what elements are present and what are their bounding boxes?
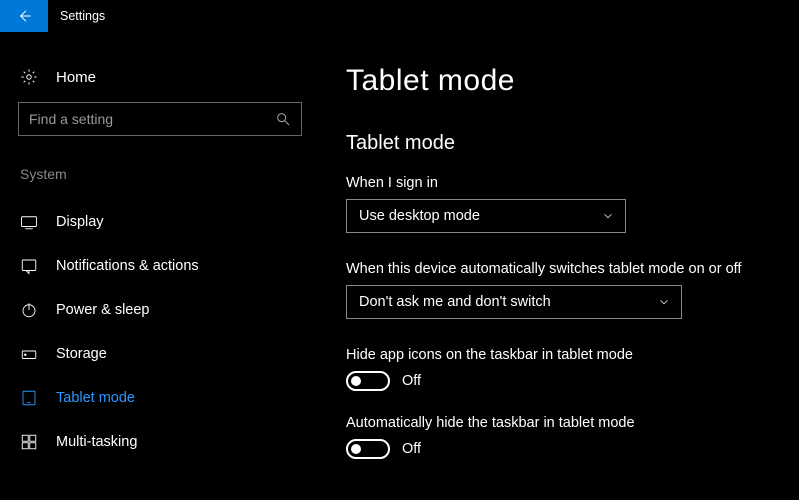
home-button[interactable]: Home [0, 60, 320, 102]
chevron-down-icon [601, 209, 615, 223]
category-label: System [0, 166, 320, 200]
sidebar-item-label: Tablet mode [56, 390, 135, 406]
sidebar-item-multitasking[interactable]: Multi-tasking [0, 420, 320, 464]
app-title: Settings [48, 9, 105, 23]
hide-icons-toggle[interactable] [346, 371, 390, 391]
auto-hide-taskbar-label: Automatically hide the taskbar in tablet… [346, 415, 775, 431]
sidebar-item-tablet-mode[interactable]: Tablet mode [0, 376, 320, 420]
sidebar-item-notifications[interactable]: Notifications & actions [0, 244, 320, 288]
page-title: Tablet mode [346, 64, 775, 98]
sign-in-select[interactable]: Use desktop mode [346, 199, 626, 233]
display-icon [20, 213, 38, 231]
sidebar: Home System Display Noti [0, 32, 320, 500]
storage-icon [20, 345, 38, 363]
search-box[interactable] [18, 102, 302, 136]
sidebar-item-storage[interactable]: Storage [0, 332, 320, 376]
tablet-icon [20, 389, 38, 407]
notifications-icon [20, 257, 38, 275]
sidebar-item-label: Multi-tasking [56, 434, 137, 450]
chevron-down-icon [657, 295, 671, 309]
sidebar-item-display[interactable]: Display [0, 200, 320, 244]
search-wrap [0, 102, 320, 166]
hide-icons-state: Off [402, 373, 421, 389]
sign-in-label: When I sign in [346, 175, 775, 191]
auto-switch-select[interactable]: Don't ask me and don't switch [346, 285, 682, 319]
sidebar-item-label: Notifications & actions [56, 258, 199, 274]
auto-hide-taskbar-toggle-row: Off [346, 439, 775, 459]
power-icon [20, 301, 38, 319]
toggle-knob [351, 376, 361, 386]
sidebar-item-label: Display [56, 214, 104, 230]
sign-in-value: Use desktop mode [359, 208, 480, 224]
sidebar-item-label: Power & sleep [56, 302, 150, 318]
back-button[interactable] [0, 0, 48, 32]
sidebar-item-label: Storage [56, 346, 107, 362]
multitasking-icon [20, 433, 38, 451]
home-label: Home [56, 69, 96, 86]
hide-icons-toggle-row: Off [346, 371, 775, 391]
search-input[interactable] [29, 111, 275, 127]
hide-icons-label: Hide app icons on the taskbar in tablet … [346, 347, 775, 363]
auto-switch-label: When this device automatically switches … [346, 261, 775, 277]
body: Home System Display Noti [0, 32, 799, 500]
search-icon [275, 111, 291, 127]
titlebar: Settings [0, 0, 799, 32]
auto-hide-taskbar-toggle[interactable] [346, 439, 390, 459]
main-panel: Tablet mode Tablet mode When I sign in U… [320, 32, 799, 500]
auto-hide-taskbar-state: Off [402, 441, 421, 457]
gear-icon [20, 68, 38, 86]
toggle-knob [351, 444, 361, 454]
nav-list: Display Notifications & actions Power & … [0, 200, 320, 464]
section-title: Tablet mode [346, 132, 775, 155]
arrow-left-icon [16, 8, 32, 24]
sidebar-item-power-sleep[interactable]: Power & sleep [0, 288, 320, 332]
auto-switch-value: Don't ask me and don't switch [359, 294, 551, 310]
